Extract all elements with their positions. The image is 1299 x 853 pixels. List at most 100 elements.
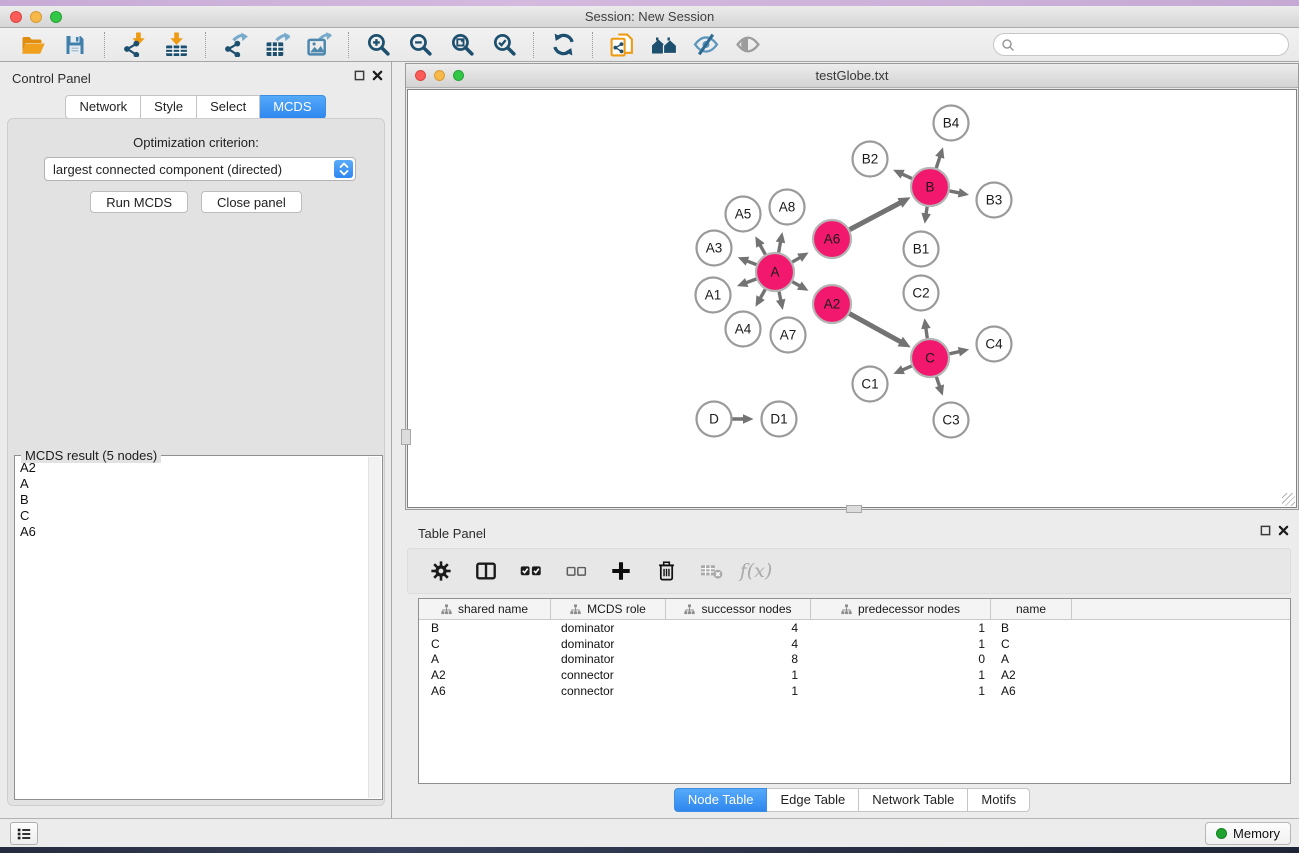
- import-network-button[interactable]: [118, 30, 150, 60]
- fx-button[interactable]: f(x): [743, 558, 769, 584]
- graph-node-A5[interactable]: A5: [726, 197, 761, 232]
- refresh-button[interactable]: [547, 30, 579, 60]
- export-network-button[interactable]: [219, 30, 251, 60]
- table-cell[interactable]: B: [419, 621, 551, 635]
- zoom-in-button[interactable]: [362, 30, 394, 60]
- bottom-scroll-handle[interactable]: [846, 505, 862, 513]
- zoom-out-button[interactable]: [404, 30, 436, 60]
- result-scrollbar[interactable]: [368, 457, 381, 798]
- table-cell[interactable]: connector: [551, 684, 666, 698]
- delete-row-button[interactable]: [653, 558, 679, 584]
- task-history-button[interactable]: [10, 822, 38, 845]
- graph-node-B3[interactable]: B3: [977, 183, 1012, 218]
- table-row[interactable]: Adominator80A: [419, 651, 1290, 667]
- save-session-button[interactable]: [59, 30, 91, 60]
- select-all-button[interactable]: [518, 558, 544, 584]
- export-image-button[interactable]: [303, 30, 335, 60]
- column-header-name[interactable]: name: [991, 599, 1072, 619]
- table-row[interactable]: Bdominator41B: [419, 620, 1290, 636]
- graph-edge-A2-C[interactable]: [846, 312, 911, 348]
- optimization-select[interactable]: largest connected component (directed): [44, 157, 356, 181]
- toggle-column-button[interactable]: [473, 558, 499, 584]
- table-row[interactable]: Cdominator41C: [419, 636, 1290, 652]
- add-row-button[interactable]: [608, 558, 634, 584]
- table-cell[interactable]: 0: [811, 652, 991, 666]
- graph-node-D1[interactable]: D1: [762, 402, 797, 437]
- network-zoom-traffic-light[interactable]: [453, 70, 464, 81]
- table-cell[interactable]: A6: [419, 684, 551, 698]
- column-header-successor-nodes[interactable]: successor nodes: [666, 599, 811, 619]
- close-panel-button[interactable]: Close panel: [201, 191, 302, 213]
- table-cell[interactable]: dominator: [551, 652, 666, 666]
- table-cell[interactable]: 1: [811, 668, 991, 682]
- graph-node-B[interactable]: B: [911, 168, 949, 206]
- result-list-item[interactable]: A2: [16, 460, 367, 476]
- zoom-fit-button[interactable]: [446, 30, 478, 60]
- table-cell[interactable]: dominator: [551, 637, 666, 651]
- table-cell[interactable]: A2: [991, 668, 1072, 682]
- graph-node-A[interactable]: A: [756, 253, 794, 291]
- table-cell[interactable]: 1: [666, 668, 811, 682]
- graph-node-C3[interactable]: C3: [934, 403, 969, 438]
- close-panel-icon[interactable]: [372, 70, 383, 81]
- graph-node-A7[interactable]: A7: [771, 318, 806, 353]
- table-cell[interactable]: 4: [666, 621, 811, 635]
- open-session-button[interactable]: [17, 30, 49, 60]
- column-header-shared-name[interactable]: shared name: [419, 599, 551, 619]
- table-cell[interactable]: connector: [551, 668, 666, 682]
- graph-node-C[interactable]: C: [911, 339, 949, 377]
- table-cell[interactable]: C: [991, 637, 1072, 651]
- table-cell[interactable]: C: [419, 637, 551, 651]
- float-panel-icon[interactable]: [354, 70, 365, 81]
- graph-node-D[interactable]: D: [697, 402, 732, 437]
- delete-table-button[interactable]: [698, 558, 724, 584]
- table-row[interactable]: A6connector11A6: [419, 683, 1290, 699]
- table-cell[interactable]: A6: [991, 684, 1072, 698]
- column-header-MCDS-role[interactable]: MCDS role: [551, 599, 666, 619]
- clone-network-button[interactable]: [606, 30, 638, 60]
- tab-select[interactable]: Select: [197, 95, 260, 119]
- graph-node-A1[interactable]: A1: [696, 278, 731, 313]
- search-input[interactable]: [1015, 36, 1288, 54]
- graph-node-C1[interactable]: C1: [853, 367, 888, 402]
- graph-node-A2[interactable]: A2: [813, 285, 851, 323]
- result-list-item[interactable]: A: [16, 476, 367, 492]
- graph-node-A8[interactable]: A8: [770, 190, 805, 225]
- graph-node-A4[interactable]: A4: [726, 312, 761, 347]
- table-cell[interactable]: 1: [811, 637, 991, 651]
- resize-grip[interactable]: [1282, 493, 1295, 506]
- table-cell[interactable]: 4: [666, 637, 811, 651]
- close-traffic-light[interactable]: [10, 11, 22, 23]
- float-table-panel-icon[interactable]: [1260, 525, 1271, 536]
- result-list-item[interactable]: C: [16, 508, 367, 524]
- table-cell[interactable]: 1: [811, 621, 991, 635]
- table-cell[interactable]: dominator: [551, 621, 666, 635]
- left-scroll-handle[interactable]: [401, 429, 411, 445]
- close-table-panel-icon[interactable]: [1278, 525, 1289, 536]
- network-canvas[interactable]: B4B2BB3A8A5A6A3B1AC2A1A2A4A7C4CC1DD1C3: [407, 89, 1297, 508]
- memory-button[interactable]: Memory: [1205, 822, 1291, 845]
- run-mcds-button[interactable]: Run MCDS: [90, 191, 188, 213]
- graph-node-B4[interactable]: B4: [934, 106, 969, 141]
- tab-network[interactable]: Network: [65, 95, 141, 119]
- table-cell[interactable]: A: [991, 652, 1072, 666]
- table-cell[interactable]: B: [991, 621, 1072, 635]
- column-settings-button[interactable]: [428, 558, 454, 584]
- table-cell[interactable]: 1: [811, 684, 991, 698]
- tab-network-table[interactable]: Network Table: [859, 788, 968, 812]
- home-button[interactable]: [648, 30, 680, 60]
- graph-node-C4[interactable]: C4: [977, 327, 1012, 362]
- table-cell[interactable]: A: [419, 652, 551, 666]
- column-header-predecessor-nodes[interactable]: predecessor nodes: [811, 599, 991, 619]
- tab-edge-table[interactable]: Edge Table: [767, 788, 859, 812]
- export-table-button[interactable]: [261, 30, 293, 60]
- search-box[interactable]: [993, 33, 1289, 56]
- result-list-item[interactable]: A6: [16, 524, 367, 540]
- graph-node-A6[interactable]: A6: [813, 220, 851, 258]
- show-eye-button[interactable]: [732, 30, 764, 60]
- table-cell[interactable]: 1: [666, 684, 811, 698]
- tab-node-table[interactable]: Node Table: [674, 788, 768, 812]
- tab-motifs[interactable]: Motifs: [968, 788, 1030, 812]
- table-cell[interactable]: A2: [419, 668, 551, 682]
- minimize-traffic-light[interactable]: [30, 11, 42, 23]
